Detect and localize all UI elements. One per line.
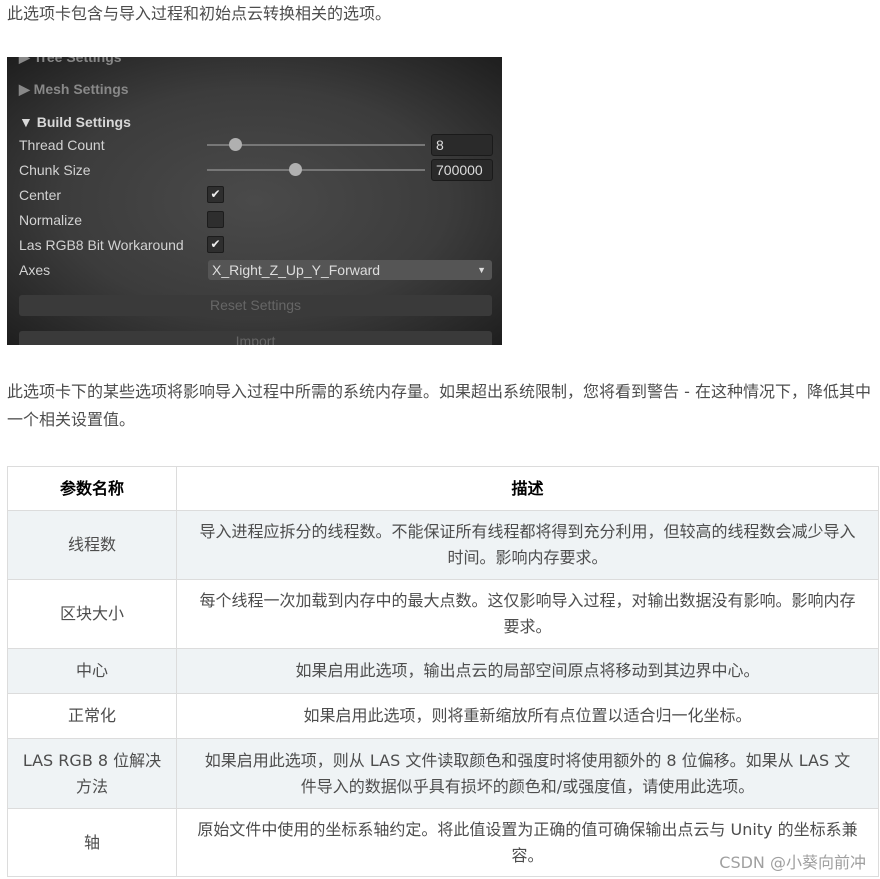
build-settings-label: Build Settings	[36, 114, 131, 130]
table-header-row: 参数名称 描述	[7, 466, 879, 511]
triangle-right-icon: ▶	[19, 81, 30, 97]
axes-label: Axes	[19, 262, 51, 278]
tree-settings-foldout[interactable]: ▶ Tree Settings	[19, 57, 122, 66]
mesh-settings-foldout[interactable]: ▶ Mesh Settings	[19, 81, 129, 98]
param-name: 区块大小	[7, 579, 177, 649]
param-name: 中心	[7, 648, 177, 694]
parameter-table: 参数名称 描述 线程数 导入进程应拆分的线程数。不能保证所有线程都将得到充分利用，…	[7, 466, 879, 877]
header-param-name: 参数名称	[7, 466, 177, 511]
param-name: 轴	[7, 808, 177, 877]
param-description: 如果启用此选项，则从 LAS 文件读取颜色和强度时将使用额外的 8 位偏移。如果…	[176, 738, 879, 809]
table-row: 正常化 如果启用此选项，则将重新缩放所有点位置以适合归一化坐标。	[7, 693, 879, 739]
tree-settings-label: Tree Settings	[33, 57, 122, 65]
las-rgb8-label: Las RGB8 Bit Workaround	[19, 237, 184, 253]
checkmark-icon: ✔	[210, 187, 221, 201]
normalize-checkbox[interactable]	[207, 211, 224, 228]
build-settings-screenshot: ▶ Tree Settings ▶ Mesh Settings ▼ Build …	[7, 57, 502, 345]
header-description: 描述	[176, 466, 879, 511]
reset-settings-button[interactable]: Reset Settings	[19, 295, 492, 316]
mesh-settings-label: Mesh Settings	[33, 81, 129, 97]
checkmark-icon: ✔	[210, 237, 221, 251]
table-row: 线程数 导入进程应拆分的线程数。不能保证所有线程都将得到充分利用，但较高的线程数会…	[7, 510, 879, 580]
center-checkbox[interactable]: ✔	[207, 186, 224, 203]
table-row: LAS RGB 8 位解决方法 如果启用此选项，则从 LAS 文件读取颜色和强度时…	[7, 738, 879, 809]
las-rgb8-checkbox[interactable]: ✔	[207, 236, 224, 253]
normalize-label: Normalize	[19, 212, 83, 228]
thread-count-field[interactable]: 8	[431, 134, 493, 156]
table-row: 中心 如果启用此选项，输出点云的局部空间原点将移动到其边界中心。	[7, 648, 879, 694]
table-row: 区块大小 每个线程一次加载到内存中的最大点数。这仅影响导入过程，对输出数据没有影响…	[7, 579, 879, 649]
axes-dropdown[interactable]: X_Right_Z_Up_Y_Forward ▼	[208, 260, 492, 280]
memory-note-paragraph: 此选项卡下的某些选项将影响导入过程中所需的系统内存量。如果超出系统限制，您将看到…	[7, 382, 871, 429]
slider-knob[interactable]	[229, 138, 242, 151]
axes-value: X_Right_Z_Up_Y_Forward	[212, 262, 381, 278]
chunk-size-field[interactable]: 700000	[431, 159, 493, 181]
build-settings-foldout[interactable]: ▼ Build Settings	[19, 114, 131, 130]
thread-count-label: Thread Count	[19, 137, 105, 153]
param-name: LAS RGB 8 位解决方法	[7, 738, 177, 809]
thread-count-slider[interactable]	[207, 138, 425, 151]
chunk-size-slider[interactable]	[207, 163, 425, 176]
import-button[interactable]: Import	[19, 331, 492, 345]
param-description: 如果启用此选项，输出点云的局部空间原点将移动到其边界中心。	[176, 648, 879, 694]
slider-knob[interactable]	[289, 163, 302, 176]
chevron-down-icon: ▼	[477, 265, 486, 275]
intro-paragraph: 此选项卡包含与导入过程和初始点云转换相关的选项。	[7, 4, 392, 23]
param-name: 线程数	[7, 510, 177, 580]
center-label: Center	[19, 187, 62, 203]
param-name: 正常化	[7, 693, 177, 739]
param-description: 每个线程一次加载到内存中的最大点数。这仅影响导入过程，对输出数据没有影响。影响内…	[176, 579, 879, 649]
watermark: CSDN @小葵向前冲	[719, 853, 866, 872]
param-description: 如果启用此选项，则将重新缩放所有点位置以适合归一化坐标。	[176, 693, 879, 739]
param-description: 导入进程应拆分的线程数。不能保证所有线程都将得到充分利用，但较高的线程数会减少导…	[176, 510, 879, 580]
triangle-down-icon: ▼	[19, 114, 33, 130]
chunk-size-label: Chunk Size	[19, 162, 91, 178]
